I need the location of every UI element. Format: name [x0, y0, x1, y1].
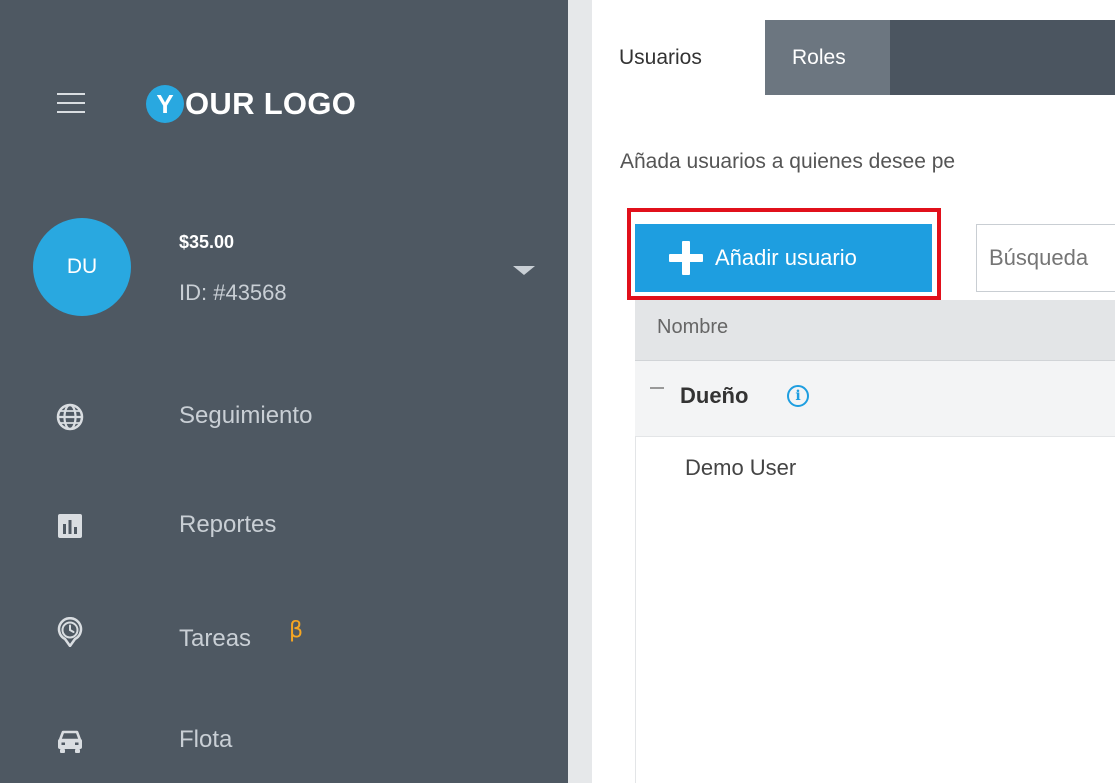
sidebar-item-label: Tareas — [179, 625, 252, 652]
avatar[interactable]: DU — [33, 218, 131, 316]
tab-label: Roles — [792, 46, 846, 69]
sidebar-item-seguimiento[interactable]: Seguimiento — [0, 388, 568, 448]
minus-icon — [650, 387, 664, 389]
table-group-row: Dueño i — [635, 361, 1115, 437]
account-id: ID: #43568 — [179, 280, 287, 305]
main-panel: Usuarios Roles Añada usuarios a quienes … — [592, 0, 1115, 783]
column-header-name[interactable]: Nombre — [657, 316, 728, 339]
info-icon[interactable]: i — [787, 385, 809, 407]
car-icon — [58, 730, 82, 753]
table-row[interactable]: Demo User — [635, 437, 1115, 497]
clock-pin-icon — [57, 617, 83, 647]
sidebar-item-label: Flota — [179, 726, 233, 753]
account-dropdown-icon[interactable] — [513, 266, 535, 275]
user-name: Demo User — [685, 455, 797, 480]
page-description: Añada usuarios a quienes desee pe — [620, 150, 956, 173]
globe-icon — [56, 403, 84, 431]
logo: Y OUR LOGO — [146, 84, 356, 124]
logo-mark: Y — [146, 85, 184, 123]
sidebar-item-label: Seguimiento — [179, 402, 313, 429]
sidebar-item-reportes[interactable]: Reportes — [0, 497, 568, 557]
tab-label: Usuarios — [619, 46, 702, 69]
table-border — [635, 437, 636, 783]
panel-divider — [568, 0, 592, 783]
tab-users[interactable]: Usuarios — [592, 20, 765, 95]
search-input[interactable] — [976, 224, 1115, 292]
sidebar-item-label: Reportes — [179, 511, 277, 538]
table-header: Nombre — [635, 300, 1115, 361]
bar-chart-icon — [58, 514, 82, 538]
plus-icon — [669, 241, 703, 275]
add-user-button[interactable]: Añadir usuario — [635, 224, 932, 292]
account-balance: $35.00 — [179, 232, 235, 252]
sidebar: Y OUR LOGO DU $35.00 ID: #43568 Seguimie… — [0, 0, 568, 783]
group-label: Dueño — [680, 383, 749, 408]
beta-badge: β — [289, 618, 304, 643]
sidebar-item-tareas[interactable]: Tareas — [0, 603, 568, 663]
menu-icon[interactable] — [57, 93, 85, 113]
tab-bar: Usuarios Roles — [592, 20, 1115, 95]
tab-roles[interactable]: Roles — [765, 20, 890, 95]
logo-text: OUR LOGO — [185, 86, 357, 121]
sidebar-item-flota[interactable]: Flota — [0, 712, 568, 772]
add-user-label: Añadir usuario — [715, 245, 857, 270]
